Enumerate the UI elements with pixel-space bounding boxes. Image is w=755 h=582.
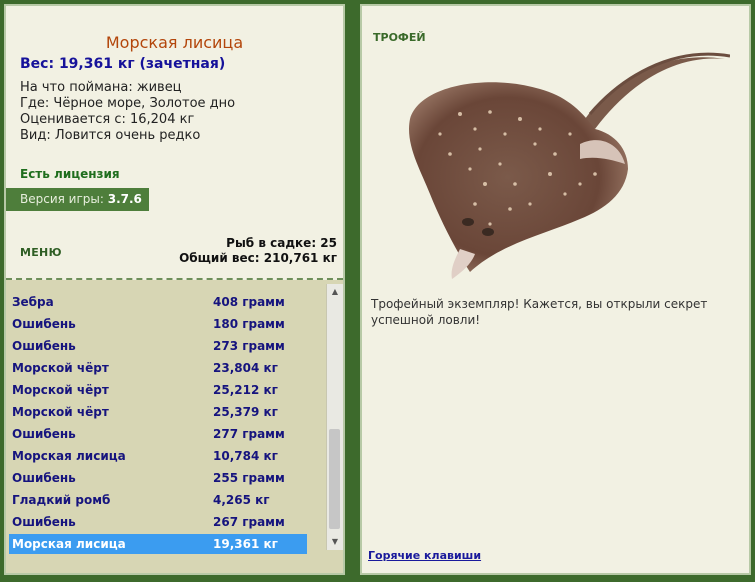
fish-row-name: Ошибень (12, 471, 76, 485)
fish-row-name: Морской чёрт (12, 405, 109, 419)
fish-list-row[interactable]: Ошибень 255 грамм (9, 468, 307, 488)
rarity-info: Вид: Ловится очень редко (20, 128, 201, 143)
fish-row-name: Морской чёрт (12, 361, 109, 375)
fish-list-row[interactable]: Гладкий ромб 4,265 кг (9, 490, 307, 510)
fish-row-weight: 19,361 кг (213, 537, 278, 551)
fish-row-name: Морская лисица (12, 537, 126, 551)
bait-info: На что поймана: живец (20, 80, 182, 95)
hotkeys-link[interactable]: Горячие клавиши (368, 549, 481, 562)
total-weight: Общий вес: 210,761 кг (179, 251, 337, 265)
fish-row-name: Морской чёрт (12, 383, 109, 397)
fish-count: Рыб в садке: 25 (226, 236, 337, 250)
fish-list-row[interactable]: Морской чёрт 25,379 кг (9, 402, 307, 422)
license-status: Есть лицензия (20, 167, 120, 181)
fish-title: Морская лисица (105, 33, 244, 52)
fish-row-weight: 408 грамм (213, 295, 285, 309)
fish-row-weight: 4,265 кг (213, 493, 270, 507)
fish-row-weight: 23,804 кг (213, 361, 278, 375)
list-scrollbar[interactable]: ▲ ▼ (326, 284, 343, 550)
fish-weight: Вес: 19,361 кг (зачетная) (20, 56, 226, 72)
fish-list-row[interactable]: Ошибень 277 грамм (9, 424, 307, 444)
fish-list-row[interactable]: Морской чёрт 25,212 кг (9, 380, 307, 400)
version-bar: Версия игры: 3.7.6 (6, 188, 149, 211)
catch-panel: Морская лисица Вес: 19,361 кг (зачетная)… (4, 4, 345, 575)
menu-button[interactable]: МЕНЮ (20, 246, 62, 259)
catch-stats: Рыб в садке: 25 Общий вес: 210,761 кг (179, 236, 337, 266)
fish-row-weight: 25,212 кг (213, 383, 278, 397)
scroll-thumb[interactable] (329, 429, 340, 529)
fish-row-weight: 267 грамм (213, 515, 285, 529)
version-label: Версия игры: (20, 192, 104, 206)
ray-fish-image (409, 52, 730, 279)
trophy-message: Трофейный экземпляр! Кажется, вы открыли… (371, 297, 708, 327)
scroll-down-icon[interactable]: ▼ (327, 534, 343, 550)
fish-row-name: Ошибень (12, 339, 76, 353)
fish-row-name: Ошибень (12, 515, 76, 529)
fish-row-weight: 10,784 кг (213, 449, 278, 463)
fish-row-weight: 25,379 кг (213, 405, 278, 419)
version-value: 3.7.6 (107, 192, 142, 206)
fish-row-name: Морская лисица (12, 449, 126, 463)
fish-row-weight: 273 грамм (213, 339, 285, 353)
fish-row-weight: 180 грамм (213, 317, 285, 331)
fish-list-row[interactable]: Морская лисица 10,784 кг (9, 446, 307, 466)
fish-row-weight: 255 грамм (213, 471, 285, 485)
fish-row-name: Зебра (12, 295, 54, 309)
fish-list-row[interactable]: Зебра 408 грамм (9, 292, 307, 312)
value-info: Оценивается с: 16,204 кг (20, 112, 195, 127)
fish-list-row[interactable]: Ошибень 180 грамм (9, 314, 307, 334)
fish-row-name: Гладкий ромб (12, 493, 111, 507)
fish-list-row[interactable]: Ошибень 267 грамм (9, 512, 307, 532)
trophy-panel: ТРОФЕЙ Трофейный экземпляр! Кажется, вы (360, 4, 751, 575)
fish-list-row[interactable]: Ошибень 273 грамм (9, 336, 307, 356)
fish-list[interactable]: ▲ ▼ Зебра 408 грамм Ошибень 180 грамм Ошибен… (6, 280, 343, 573)
location-info: Где: Чёрное море, Золотое дно (20, 96, 236, 111)
fish-list-row[interactable]: Морской чёрт 23,804 кг (9, 358, 307, 378)
scroll-up-icon[interactable]: ▲ (327, 284, 343, 300)
fish-row-weight: 277 грамм (213, 427, 285, 441)
fish-list-row[interactable]: Морская лисица 19,361 кг (9, 534, 307, 554)
fish-row-name: Ошибень (12, 317, 76, 331)
fish-row-name: Ошибень (12, 427, 76, 441)
